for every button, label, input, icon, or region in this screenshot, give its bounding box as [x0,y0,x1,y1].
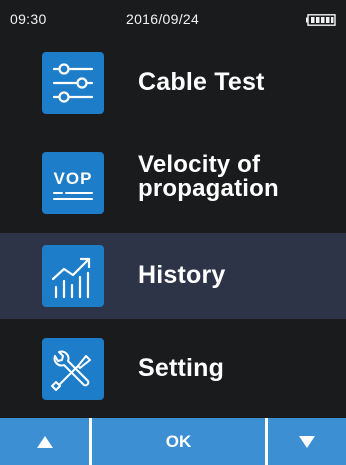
ok-button[interactable]: OK [92,418,265,465]
menu-item-cable-test[interactable]: Cable Test [0,40,346,126]
down-button[interactable] [268,418,346,465]
menu-label-velocity-of-propagation: Velocity of propagation [138,153,279,201]
vop-icon-text: VOP [54,169,93,188]
sliders-icon [42,52,104,114]
up-button[interactable] [0,418,89,465]
menu-item-velocity-of-propagation[interactable]: VOP Velocity of propagation [0,138,346,224]
device-screen: 09:30 2016/09/24 Cable Test VOP Velocity… [0,0,346,465]
status-time: 09:30 [10,11,47,27]
menu-label-cable-test: Cable Test [138,68,265,96]
triangle-down-icon [299,435,315,448]
menu-item-history[interactable]: History [0,233,346,319]
softkey-bar: OK [0,418,346,465]
menu-label-line-1: Velocity of [138,151,261,178]
menu-item-setting[interactable]: Setting [0,325,346,411]
status-date: 2016/09/24 [126,11,200,27]
status-bar: 09:30 2016/09/24 [0,0,346,38]
chart-trend-icon [42,245,104,307]
menu-label-setting: Setting [138,354,225,382]
ok-button-label: OK [165,431,192,451]
vop-icon: VOP [42,152,104,214]
menu-label-history: History [138,261,226,289]
tools-icon [42,338,104,400]
triangle-up-icon [36,435,53,448]
menu-label-line-2: propagation [138,175,279,202]
battery-full-icon [306,14,336,26]
